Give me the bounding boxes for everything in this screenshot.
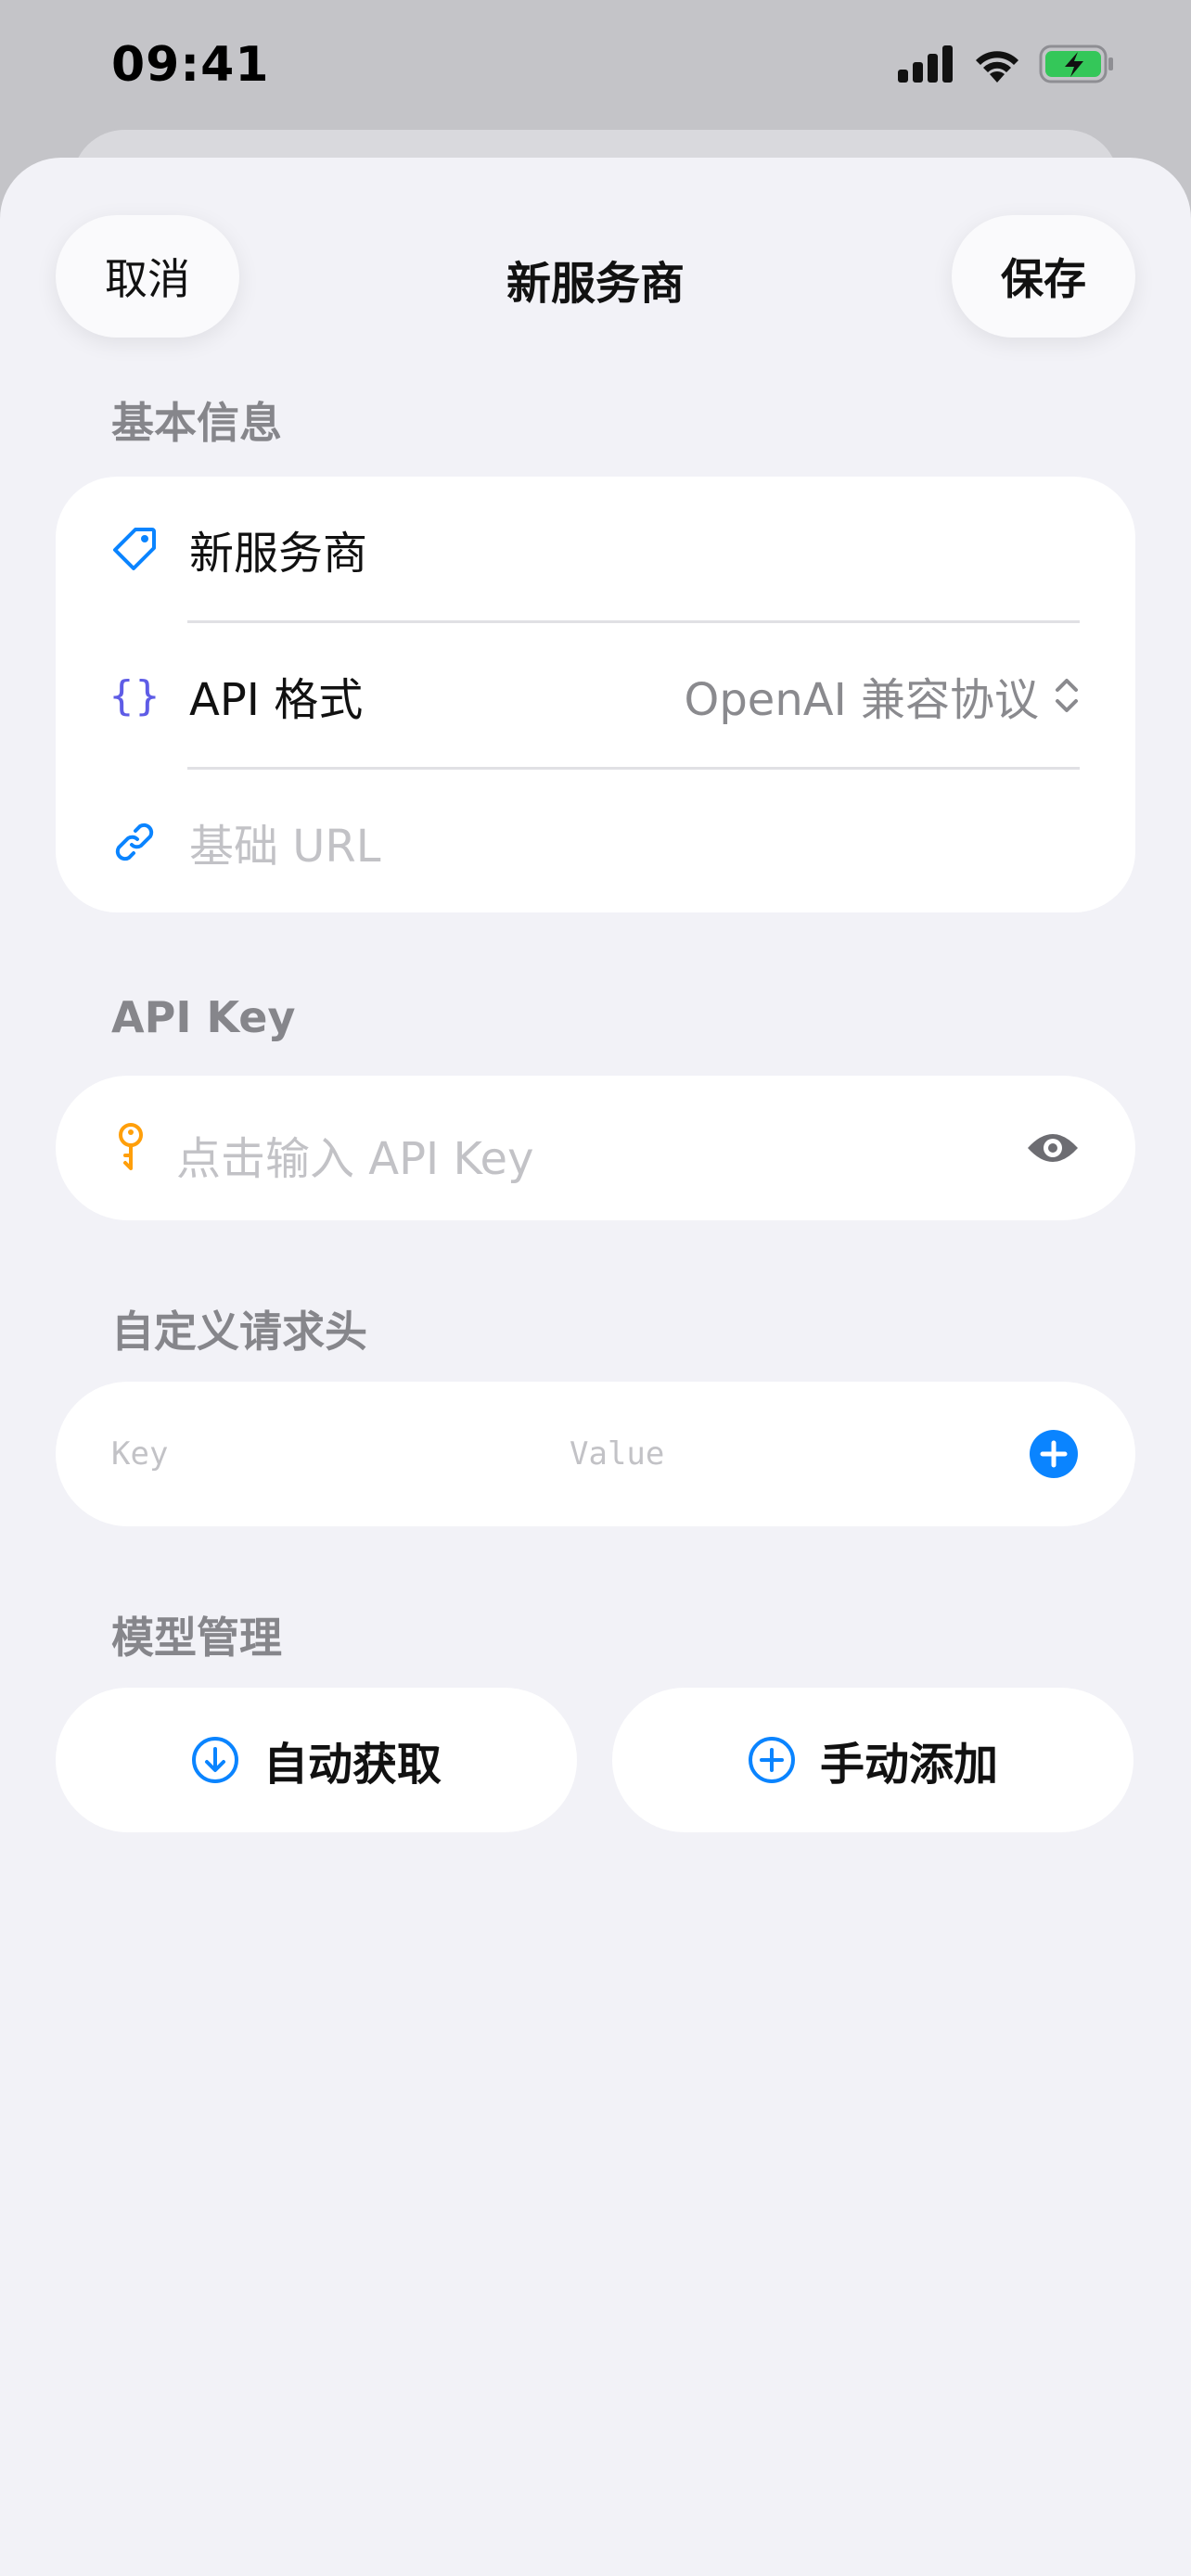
auto-fetch-button[interactable]: 自动获取	[56, 1688, 577, 1832]
provider-name-value: 新服务商	[189, 528, 368, 580]
eye-icon[interactable]	[1026, 1126, 1080, 1174]
arrow-down-circle-icon	[191, 1737, 238, 1783]
svg-text:{}: {}	[111, 672, 158, 719]
battery-charging-icon	[1039, 45, 1113, 83]
new-provider-sheet: 取消 新服务商 保存 基本信息 新服务商 {} API 格式 OpenAI 兼容…	[0, 158, 1191, 2576]
base-url-placeholder: 基础 URL	[189, 821, 381, 873]
link-icon	[111, 819, 158, 865]
chevron-up-down-icon	[1056, 679, 1078, 712]
api-key-placeholder: 点击输入 API Key	[176, 1133, 534, 1185]
status-bar: 09:41	[0, 0, 1191, 130]
braces-icon: {}	[111, 672, 158, 719]
custom-header-row: Key Value	[56, 1382, 1135, 1526]
header-value-input[interactable]: Value	[570, 1435, 664, 1473]
tag-icon	[111, 526, 158, 572]
wifi-icon	[976, 51, 1018, 83]
manual-add-button[interactable]: 手动添加	[612, 1688, 1133, 1832]
status-time: 09:41	[111, 37, 270, 93]
manual-add-label: 手动添加	[819, 1739, 998, 1791]
add-header-button[interactable]	[1030, 1430, 1078, 1482]
custom-headers-header: 自定义请求头	[111, 1307, 367, 1357]
api-format-select[interactable]: OpenAI 兼容协议	[685, 663, 1080, 728]
basic-info-header: 基本信息	[111, 398, 282, 448]
plus-circle-icon	[1030, 1430, 1078, 1478]
status-icons	[898, 45, 1115, 83]
api-format-value: OpenAI 兼容协议	[684, 674, 1039, 726]
api-key-field[interactable]: 点击输入 API Key	[56, 1076, 1135, 1220]
api-format-row[interactable]: {} API 格式 OpenAI 兼容协议	[56, 623, 1135, 768]
api-format-label: API 格式	[189, 674, 364, 726]
model-management-header: 模型管理	[111, 1613, 282, 1663]
header-key-input[interactable]: Key	[111, 1435, 168, 1473]
save-button[interactable]: 保存	[952, 215, 1135, 338]
api-key-header: API Key	[111, 992, 296, 1042]
base-url-field[interactable]: 基础 URL	[56, 770, 1135, 914]
provider-name-field[interactable]: 新服务商	[56, 477, 1135, 621]
cellular-signal-icon	[898, 45, 953, 83]
key-icon	[108, 1123, 154, 1171]
basic-info-card: 新服务商 {} API 格式 OpenAI 兼容协议	[56, 477, 1135, 912]
plus-circle-outline-icon	[748, 1737, 795, 1783]
auto-fetch-label: 自动获取	[263, 1739, 442, 1791]
